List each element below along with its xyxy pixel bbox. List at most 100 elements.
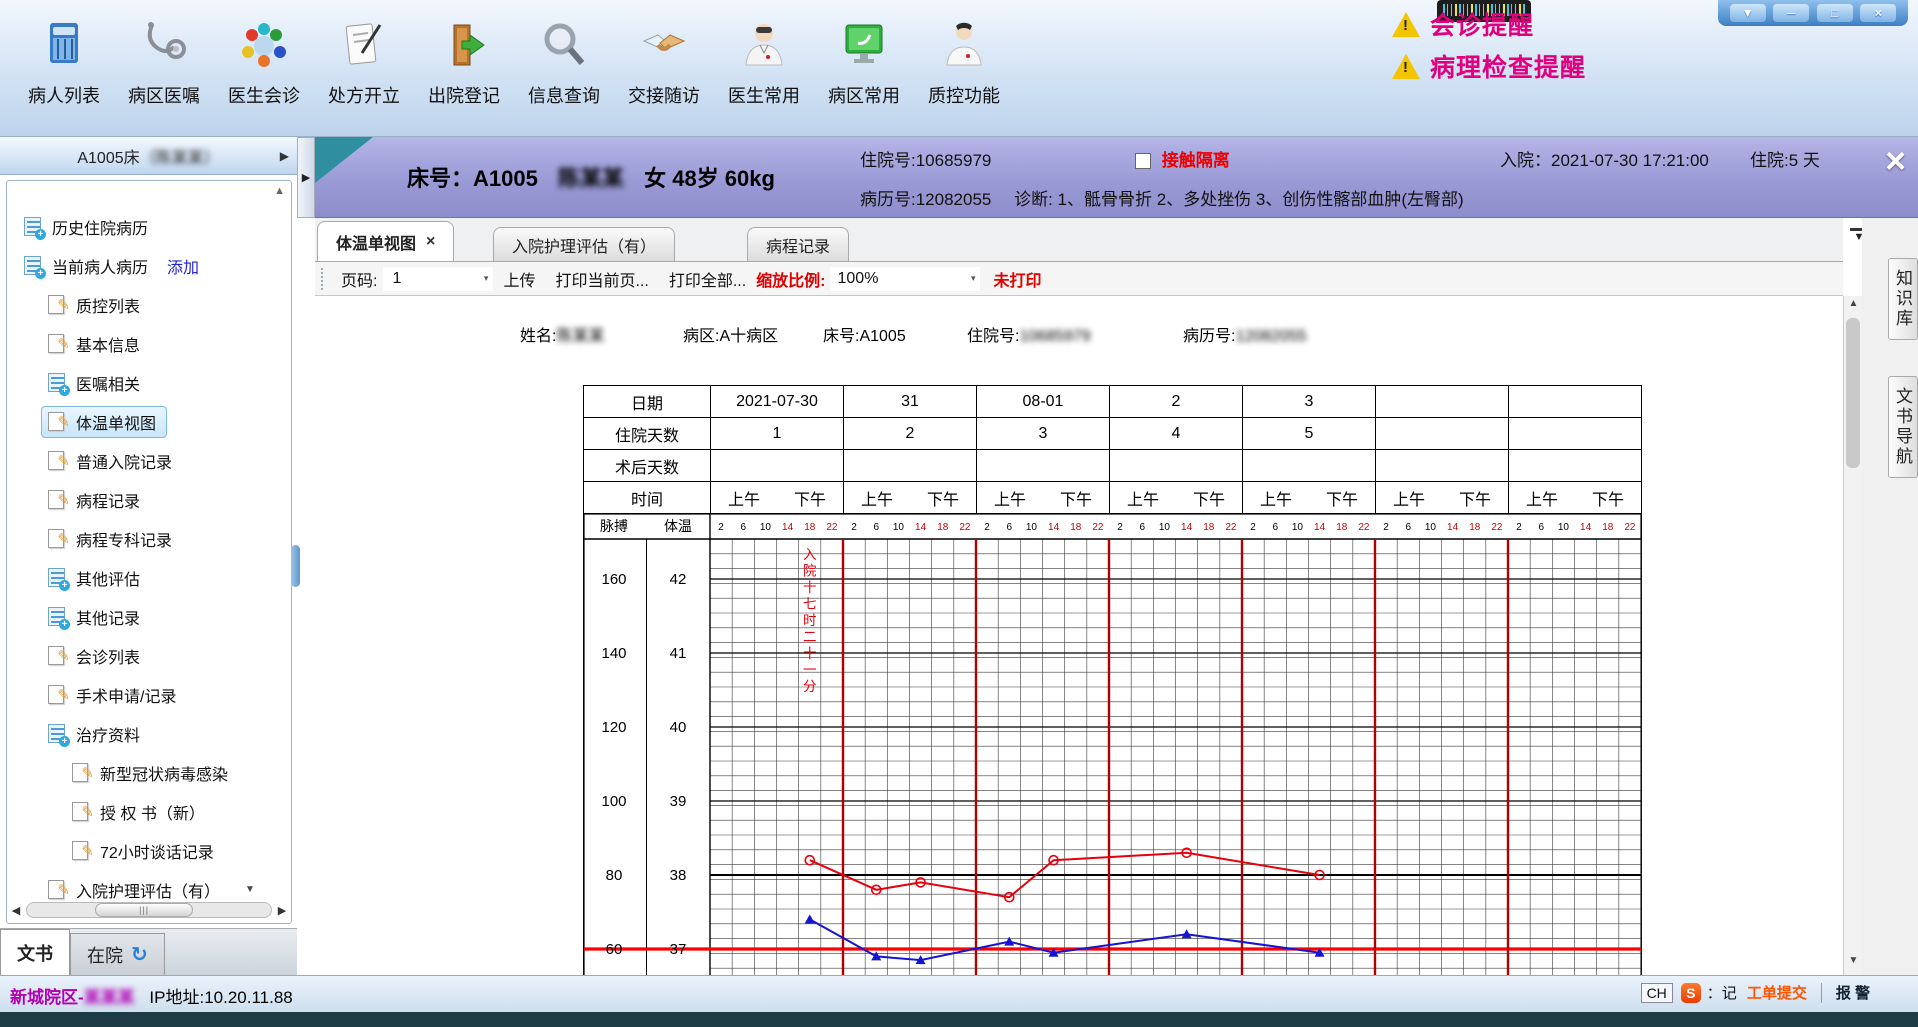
document-vertical-scrollbar[interactable]: ▲ ▼ [1843, 296, 1862, 975]
sidebar-item-医嘱相关[interactable]: +医嘱相关 [7, 363, 291, 402]
chevron-down-icon[interactable]: ▾ [971, 273, 976, 284]
zoom-select[interactable]: 100% ▾ [830, 267, 980, 291]
zoom-label: 缩放比例: [756, 267, 825, 291]
chevron-down-icon[interactable]: ▼ [245, 884, 255, 895]
sidebar-item-新型冠状病毒感染[interactable]: ✎新型冠状病毒感染 [7, 753, 291, 792]
sidebar-item-基本信息[interactable]: ✎基本信息 [7, 324, 291, 363]
svg-text:22: 22 [1225, 522, 1237, 533]
svg-text:14: 14 [915, 522, 927, 533]
sidebar-patient-header[interactable]: A1005床 （陈某某） ▶ [0, 137, 297, 175]
toolbar-button-discharge-register[interactable]: 出院登记 [414, 10, 514, 128]
list-add-icon: + [46, 567, 68, 589]
tab-admission-assessment[interactable]: 入院护理评估（有） [493, 227, 675, 261]
svg-text:18: 18 [937, 522, 949, 533]
tab-label: 文书 [17, 940, 53, 966]
sidebar-item-label: 医嘱相关 [76, 371, 140, 395]
toolbar-button-label: 病人列表 [28, 82, 100, 108]
add-link[interactable]: 添加 [167, 254, 199, 278]
sidebar-item-手术申请/记录[interactable]: ✎手术申请/记录 [7, 675, 291, 714]
sidebar-item-其他评估[interactable]: +其他评估 [7, 558, 291, 597]
scroll-right-icon[interactable]: ▶ [272, 904, 292, 917]
scroll-down-icon[interactable]: ▼ [1844, 955, 1863, 973]
toolbar-button-ward-orders[interactable]: 病区医嘱 [114, 10, 214, 128]
page-select[interactable]: 1 ▾ [383, 267, 493, 291]
scrollbar-thumb[interactable] [1846, 318, 1860, 468]
sidebar-item-病程记录[interactable]: ✎病程记录 [7, 480, 291, 519]
svg-text:6: 6 [1272, 522, 1278, 533]
sheet-field-label: 住院号: [967, 328, 1019, 345]
sidebar-item-其他记录[interactable]: +其他记录 [7, 597, 291, 636]
pathology-alert[interactable]: ! 病理检查提醒 [1392, 48, 1586, 84]
sidebar-item-治疗资料[interactable]: +治疗资料 [7, 714, 291, 753]
sidebar-item-病程专科记录[interactable]: ✎病程专科记录 [7, 519, 291, 558]
chevron-down-icon[interactable]: ▾ [484, 273, 489, 284]
toolbar-button-ward-common[interactable]: 病区常用 [814, 10, 914, 128]
sidebar-item-72小时谈话记录[interactable]: ✎72小时谈话记录 [7, 831, 291, 870]
toolbar-button-label: 质控功能 [928, 82, 1000, 108]
tab-temperature-chart[interactable]: 体温单视图 × [317, 221, 454, 261]
svg-text:二: 二 [803, 630, 817, 645]
scrollbar-thumb[interactable]: ||| [95, 903, 193, 917]
close-window-button[interactable]: × [1860, 4, 1896, 22]
toolbar-button-handover-followup[interactable]: 交接随访 [614, 10, 714, 128]
tab-documents[interactable]: 文书 [0, 929, 70, 975]
quality-control-icon [935, 16, 993, 74]
upload-button[interactable]: 上传 [503, 267, 535, 291]
scroll-up-icon[interactable]: ▲ [1844, 298, 1863, 316]
ward-orders-icon [135, 16, 193, 74]
sheet-cell [1376, 450, 1509, 482]
sidebar-item-普通入院记录[interactable]: ✎普通入院记录 [7, 441, 291, 480]
sogou-ime-icon[interactable]: S [1681, 983, 1701, 1003]
sidebar-item-质控列表[interactable]: ✎质控列表 [7, 285, 291, 324]
sidebar-item-当前病人病历[interactable]: +当前病人病历添加 [7, 246, 291, 285]
document-navigation-tab[interactable]: 文书导航 [1888, 376, 1918, 478]
print-current-button[interactable]: 打印当前页... [555, 267, 648, 291]
alarm-button[interactable]: 报 警 [1836, 982, 1870, 1003]
tab-label: 入院护理评估（有） [512, 233, 656, 257]
sidebar-next-arrow-icon[interactable]: ▶ [280, 149, 289, 163]
svg-text:140: 140 [601, 645, 626, 662]
toolbar-button-doctor-common[interactable]: 医生常用 [714, 10, 814, 128]
sheet-cell [1509, 386, 1642, 418]
scrollbar-track[interactable]: ||| [26, 902, 272, 918]
scroll-left-icon[interactable]: ◀ [6, 904, 26, 917]
close-patient-icon[interactable]: × [1885, 143, 1906, 179]
toolbar-button-info-search[interactable]: 信息查询 [514, 10, 614, 128]
maximize-window-button[interactable]: □ [1817, 4, 1853, 22]
panel-splitter-handle[interactable] [291, 545, 300, 587]
svg-text:37: 37 [670, 941, 687, 958]
knowledge-base-tab[interactable]: 知识库 [1888, 258, 1918, 340]
svg-text:22: 22 [1624, 522, 1636, 533]
svg-text:22: 22 [1092, 522, 1104, 533]
tab-progress-notes[interactable]: 病程记录 [747, 227, 849, 261]
sidebar-item-历史住院病历[interactable]: +历史住院病历 [7, 207, 291, 246]
isolation-checkbox[interactable] [1135, 153, 1151, 169]
sidebar-item-会诊列表[interactable]: ✎会诊列表 [7, 636, 291, 675]
svg-text:七: 七 [803, 597, 817, 612]
sidebar-item-label: 历史住院病历 [52, 215, 148, 239]
sheet-field-1: 病区:A十病区 [683, 322, 778, 346]
sidebar-item-label: 会诊列表 [76, 644, 140, 668]
toolbar-button-quality-control[interactable]: 质控功能 [914, 10, 1014, 128]
sidebar-item-授 权 书（新）[interactable]: ✎授 权 书（新） [7, 792, 291, 831]
ime-note: ：记 [1707, 982, 1737, 1003]
sheet-field-label: 病历号: [1183, 328, 1235, 345]
ime-language[interactable]: CH [1641, 983, 1673, 1003]
tab-inpatients[interactable]: 在院↻ [70, 933, 165, 975]
consult-alert[interactable]: ! 会诊提醒 [1392, 6, 1586, 42]
minimize-window-button[interactable]: ─ [1773, 4, 1809, 22]
svg-text:22: 22 [959, 522, 971, 533]
pin-window-button[interactable]: ▼ [1730, 4, 1766, 22]
toolbar-button-prescription[interactable]: 处方开立 [314, 10, 414, 128]
toolbar-button-patient-list[interactable]: 病人列表 [14, 10, 114, 128]
tree-scroll-up-icon[interactable]: ▲ [274, 185, 285, 197]
temperature-sheet-page: 姓名:陈某某病区:A十病区床号:A1005住院号:10685979病历号:120… [315, 296, 1843, 975]
toolbar-button-doctor-consult[interactable]: 医生会诊 [214, 10, 314, 128]
sidebar-item-体温单视图[interactable]: ✎体温单视图 [7, 402, 291, 441]
refresh-icon[interactable]: ↻ [131, 942, 148, 967]
sheet-field-label: 病区: [683, 328, 719, 345]
work-order-submit-button[interactable]: 工单提交 [1747, 982, 1807, 1003]
print-all-button[interactable]: 打印全部... [669, 267, 746, 291]
sidebar-collapse-button[interactable]: ▶ [297, 137, 315, 218]
close-tab-icon[interactable]: × [426, 233, 435, 251]
